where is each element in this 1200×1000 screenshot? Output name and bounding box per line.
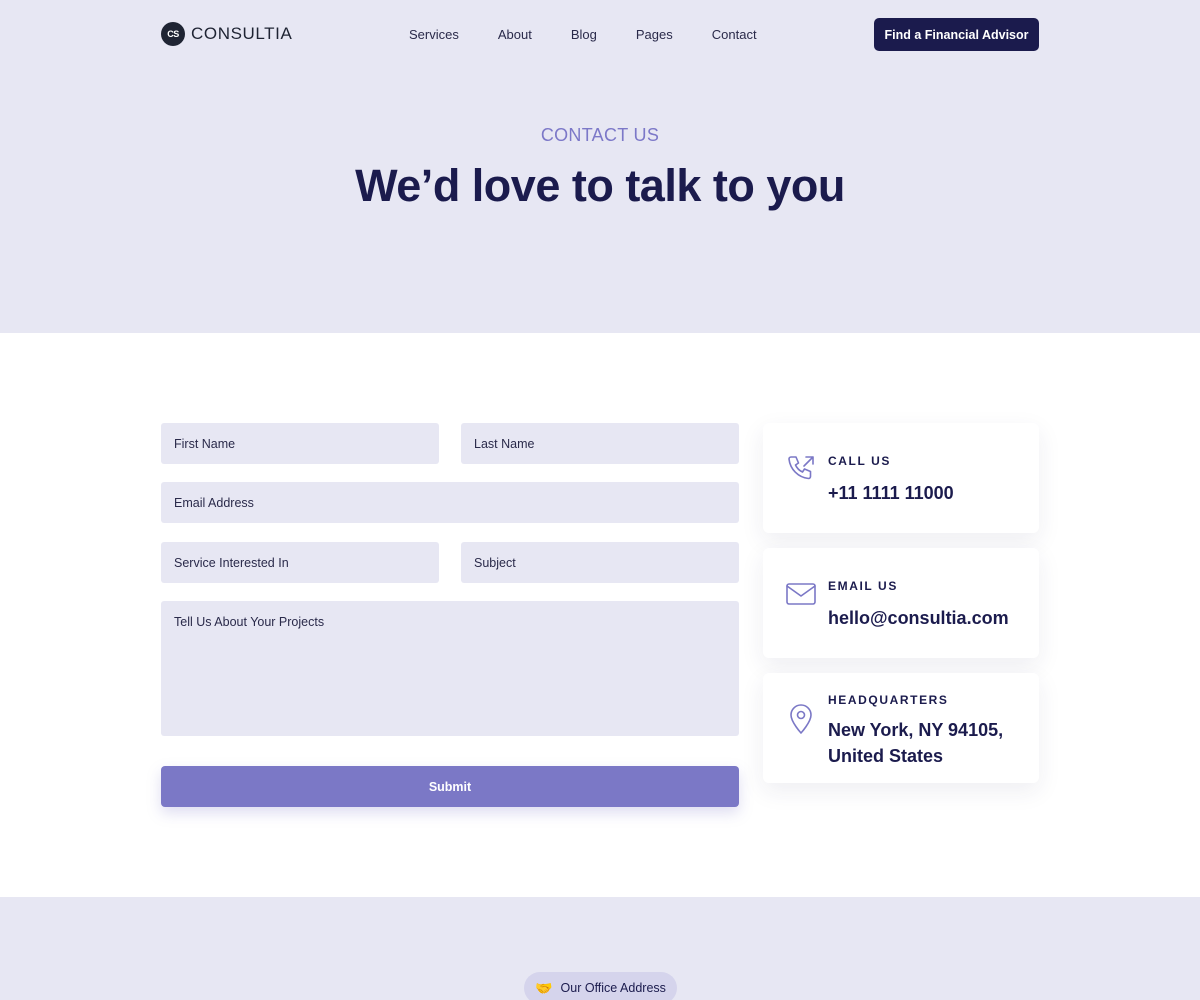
service-interested-field[interactable]: Service Interested In	[161, 542, 439, 583]
call-us-label: CALL US	[828, 454, 891, 468]
phone-number[interactable]: +11 1111 11000	[828, 480, 954, 506]
email-us-card: EMAIL US hello@consultia.com	[763, 548, 1039, 658]
email-field[interactable]: Email Address	[161, 482, 739, 523]
top-nav: CS CONSULTIA Services About Blog Pages C…	[161, 18, 1039, 51]
subject-field[interactable]: Subject	[461, 542, 739, 583]
project-message-textarea[interactable]: Tell Us About Your Projects	[161, 601, 739, 736]
first-name-field[interactable]: First Name	[161, 423, 439, 464]
nav-links: Services About Blog Pages Contact	[409, 27, 757, 42]
last-name-field[interactable]: Last Name	[461, 423, 739, 464]
map-pin-icon	[790, 704, 812, 734]
call-us-card: CALL US +11 1111 11000	[763, 423, 1039, 533]
email-address[interactable]: hello@consultia.com	[828, 605, 1009, 631]
nav-link-services[interactable]: Services	[409, 27, 459, 42]
brand-name: CONSULTIA	[191, 24, 293, 43]
nav-link-blog[interactable]: Blog	[571, 27, 597, 42]
email-us-label: EMAIL US	[828, 579, 898, 593]
logo-mark-icon: CS	[161, 22, 185, 46]
page-title: We’d love to talk to you	[355, 160, 845, 211]
hero-eyebrow: CONTACT US	[540, 125, 660, 145]
headquarters-address: New York, NY 94105, United States	[828, 720, 1004, 766]
mail-icon	[786, 583, 816, 605]
handshake-icon: 🤝	[535, 979, 553, 996]
nav-link-about[interactable]: About	[498, 27, 532, 42]
office-address-pill: 🤝 Our Office Address	[524, 972, 677, 1000]
headquarters-label: HEADQUARTERS	[828, 693, 949, 707]
find-advisor-button[interactable]: Find a Financial Advisor	[874, 18, 1039, 51]
nav-link-pages[interactable]: Pages	[636, 27, 673, 42]
office-address-label: Our Office Address	[560, 981, 666, 995]
nav-link-contact[interactable]: Contact	[712, 27, 757, 42]
brand-logo[interactable]: CS CONSULTIA	[161, 22, 292, 46]
submit-button[interactable]: Submit	[161, 766, 739, 807]
headquarters-card: HEADQUARTERS New York, NY 94105, United …	[763, 673, 1039, 783]
phone-icon	[788, 456, 814, 480]
office-address-section: 🤝 Our Office Address	[0, 897, 1200, 1000]
hero-section: CS CONSULTIA Services About Blog Pages C…	[0, 0, 1200, 333]
